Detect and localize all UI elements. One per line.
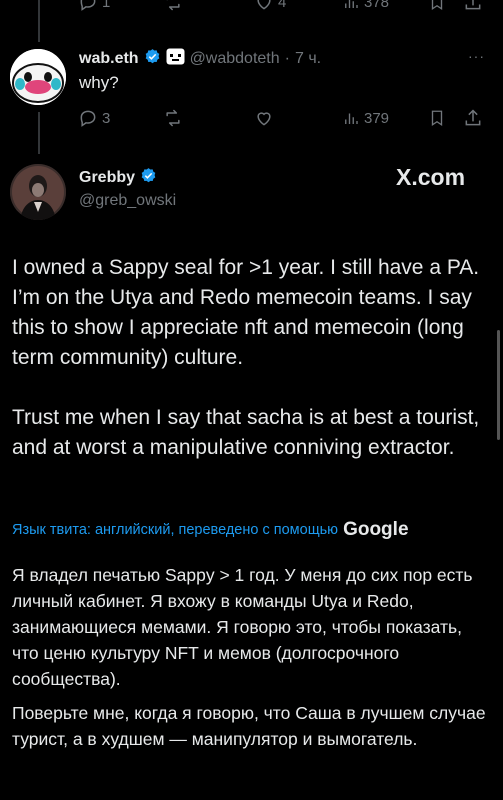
tweet-paragraph: I owned a Sappy seal for >1 year. I stil… [12, 256, 480, 369]
verified-icon [140, 167, 157, 189]
thread-line-bottom [38, 112, 40, 154]
share-icon [463, 0, 483, 12]
tweet-paragraph: Trust me when I say that sacha is at bes… [12, 406, 480, 459]
views-icon [342, 0, 360, 12]
views-action[interactable]: 378 [342, 0, 389, 12]
views-action[interactable]: 379 [342, 108, 389, 128]
like-action[interactable] [254, 108, 274, 128]
verified-icon [144, 48, 161, 70]
handle[interactable]: @wabdoteth [190, 50, 280, 68]
reply-count: 3 [102, 109, 111, 127]
handle[interactable]: @greb_owski [79, 192, 176, 210]
retweet-icon [162, 108, 184, 128]
bookmark-action[interactable] [428, 108, 446, 128]
tweet-text: I owned a Sappy seal for >1 year. I stil… [12, 253, 492, 463]
translated-text: Я владел печатью Sappy > 1 год. У меня д… [12, 562, 492, 752]
retweet-action[interactable] [162, 108, 184, 128]
retweet-icon [162, 0, 184, 12]
heart-icon [254, 0, 274, 12]
display-name[interactable]: wab.eth [79, 50, 139, 68]
portrait-avatar-image [10, 164, 66, 220]
translated-paragraph: Поверьте мне, когда я говорю, что Саша в… [12, 703, 486, 749]
reply-action[interactable]: 3 [78, 108, 110, 128]
share-action[interactable] [463, 0, 483, 12]
views-count: 379 [364, 109, 390, 127]
bookmark-icon [428, 0, 446, 12]
display-name[interactable]: Grebby [79, 169, 135, 187]
reply-icon [78, 0, 98, 12]
translation-notice[interactable]: Язык твита: английский, переведено с пом… [12, 519, 409, 541]
timestamp[interactable]: 7 ч. [295, 50, 321, 68]
x-com-watermark: X.com [396, 164, 466, 190]
like-count: 4 [278, 0, 287, 11]
heart-icon [254, 108, 274, 128]
seal-avatar-image [10, 49, 66, 105]
reply-count: 1 [102, 0, 111, 11]
reply-header: wab.eth @wabdoteth · 7 ч. [79, 48, 321, 70]
reply-action[interactable]: 1 [78, 0, 110, 12]
retweet-action[interactable] [162, 0, 184, 12]
reply-icon [78, 108, 98, 128]
scrollbar[interactable] [497, 330, 500, 440]
separator: · [284, 50, 290, 67]
main-header: Grebby [79, 167, 157, 189]
google-logo: Google [343, 519, 409, 540]
x-logo: X.com [396, 164, 465, 191]
more-options-icon[interactable]: ··· [468, 48, 485, 64]
like-action[interactable]: 4 [254, 0, 286, 12]
share-icon [463, 108, 483, 128]
bookmark-action[interactable] [428, 0, 446, 12]
thread-line [38, 0, 40, 42]
share-action[interactable] [463, 108, 483, 128]
bookmark-icon [428, 108, 446, 128]
reply-text: why? [79, 73, 119, 92]
affiliate-badge-icon [166, 48, 185, 70]
translation-notice-text: Язык твита: английский, переведено с пом… [12, 522, 339, 538]
views-count: 378 [364, 0, 390, 11]
views-icon [342, 108, 360, 128]
avatar[interactable] [10, 49, 66, 105]
translated-paragraph: Я владел печатью Sappy > 1 год. У меня д… [12, 565, 473, 689]
avatar[interactable] [10, 164, 66, 220]
